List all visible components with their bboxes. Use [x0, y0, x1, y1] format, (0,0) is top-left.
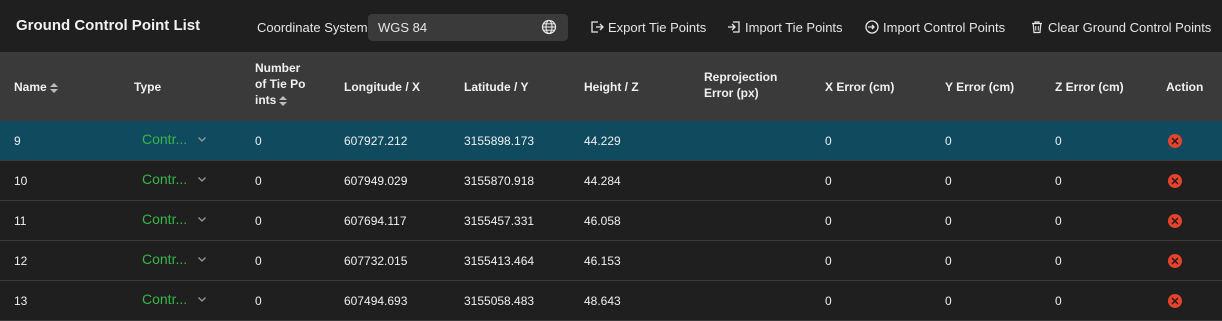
cell-tie-points: 0 — [255, 134, 262, 148]
trash-icon — [1032, 21, 1042, 34]
column-y-error: Y Error (cm) — [945, 80, 1015, 94]
cell-y-error: 0 — [945, 134, 952, 148]
coordinate-system-label: Coordinate System: — [257, 20, 372, 35]
cell-tie-points: 0 — [255, 254, 262, 268]
type-dropdown[interactable]: Contr... — [142, 291, 207, 307]
import-control-points-button[interactable]: Import Control Points — [865, 18, 1005, 36]
table-row[interactable]: 9 Contr... 0 607927.212 3155898.173 44.2… — [0, 121, 1222, 161]
cell-x-error: 0 — [825, 254, 832, 268]
column-tie-points[interactable]: Number of Tie Po ints — [255, 60, 325, 108]
column-x-error: X Error (cm) — [825, 80, 895, 94]
column-reprojection-line1: Reprojection — [704, 70, 778, 84]
delete-icon[interactable] — [1168, 214, 1182, 228]
clear-ground-control-points-button[interactable]: Clear Ground Control Points — [1030, 18, 1211, 36]
column-tie-points-line1: Number — [255, 61, 301, 75]
delete-icon[interactable] — [1168, 174, 1182, 188]
table-row[interactable]: 12 Contr... 0 607732.015 3155413.464 46.… — [0, 241, 1222, 281]
import-tie-points-label: Import Tie Points — [745, 19, 843, 35]
cell-name: 9 — [14, 134, 21, 148]
type-dropdown[interactable]: Contr... — [142, 131, 207, 147]
chevron-down-icon — [198, 257, 207, 262]
cell-z-error: 0 — [1055, 254, 1062, 268]
table-row[interactable]: 11 Contr... 0 607694.117 3155457.331 46.… — [0, 201, 1222, 241]
cell-x-error: 0 — [825, 134, 832, 148]
column-type: Type — [134, 80, 162, 94]
import-control-icon — [865, 20, 879, 34]
cell-longitude: 607927.212 — [344, 134, 408, 148]
delete-icon[interactable] — [1168, 254, 1182, 268]
coordinate-system-select[interactable]: WGS 84 — [368, 14, 568, 41]
table-row[interactable]: 10 Contr... 0 607949.029 3155870.918 44.… — [0, 161, 1222, 201]
table-header: Name Type Number of Tie Po ints Longitud… — [0, 52, 1222, 121]
cell-z-error: 0 — [1055, 174, 1062, 188]
delete-icon[interactable] — [1168, 134, 1182, 148]
export-tie-points-label: Export Tie Points — [608, 19, 707, 35]
chevron-down-icon — [198, 137, 207, 142]
cell-longitude: 607949.029 — [344, 174, 408, 188]
type-value: Contr... — [142, 171, 188, 187]
cell-x-error: 0 — [825, 214, 832, 228]
type-value: Contr... — [142, 131, 188, 147]
column-tie-points-line3: ints — [255, 93, 277, 107]
cell-name: 11 — [14, 214, 27, 228]
column-reprojection-line2: Error (px) — [704, 86, 759, 100]
import-control-points-label: Import Control Points — [883, 19, 1006, 35]
type-dropdown[interactable]: Contr... — [142, 171, 207, 187]
cell-z-error: 0 — [1055, 134, 1062, 148]
cell-latitude: 3155870.918 — [464, 174, 535, 188]
column-height: Height / Z — [584, 80, 639, 94]
import-icon — [728, 21, 740, 33]
cell-name: 12 — [14, 254, 28, 268]
cell-y-error: 0 — [945, 214, 952, 228]
cell-latitude: 3155457.331 — [464, 214, 535, 228]
cell-latitude: 3155413.464 — [464, 254, 535, 268]
cell-z-error: 0 — [1055, 214, 1062, 228]
cell-height: 44.229 — [584, 134, 621, 148]
cell-height: 46.153 — [584, 254, 621, 268]
toolbar: Ground Control Point List Coordinate Sys… — [0, 0, 1222, 52]
sort-icon[interactable] — [279, 95, 288, 106]
cell-longitude: 607694.117 — [344, 214, 407, 228]
type-dropdown[interactable]: Contr... — [142, 251, 207, 267]
chevron-down-icon — [198, 217, 207, 222]
column-name-label: Name — [14, 80, 47, 94]
cell-latitude: 3155898.173 — [464, 134, 535, 148]
cell-y-error: 0 — [945, 254, 952, 268]
export-tie-points-button[interactable]: Export Tie Points — [590, 18, 706, 36]
chevron-down-icon — [198, 297, 207, 302]
type-dropdown[interactable]: Contr... — [142, 211, 207, 227]
column-name[interactable]: Name — [14, 79, 58, 95]
import-tie-points-button[interactable]: Import Tie Points — [727, 18, 843, 36]
cell-name: 10 — [14, 174, 28, 188]
type-value: Contr... — [142, 251, 188, 267]
column-reprojection-error: Reprojection Error (px) — [704, 69, 777, 101]
export-icon — [591, 21, 604, 33]
column-action: Action — [1166, 80, 1204, 94]
column-tie-points-line2: of Tie Po — [255, 77, 306, 91]
cell-y-error: 0 — [945, 174, 952, 188]
cell-tie-points: 0 — [255, 214, 262, 228]
cell-height: 44.284 — [584, 174, 621, 188]
type-value: Contr... — [142, 291, 188, 307]
coordinate-system-value: WGS 84 — [378, 20, 428, 35]
cell-tie-points: 0 — [255, 174, 262, 188]
clear-ground-control-points-label: Clear Ground Control Points — [1048, 19, 1212, 35]
column-latitude: Latitude / Y — [464, 80, 529, 94]
type-value: Contr... — [142, 211, 188, 227]
column-z-error: Z Error (cm) — [1055, 80, 1124, 94]
table-row[interactable]: 13 Contr... 0 607494.693 3155058.483 48.… — [0, 281, 1222, 321]
sort-icon[interactable] — [49, 82, 58, 93]
chevron-down-icon — [198, 177, 207, 182]
cell-height: 46.058 — [584, 214, 621, 228]
globe-icon[interactable] — [541, 19, 557, 35]
panel-title: Ground Control Point List — [16, 17, 201, 34]
cell-x-error: 0 — [825, 174, 832, 188]
cell-longitude: 607732.015 — [344, 254, 408, 268]
column-longitude: Longitude / X — [344, 80, 420, 94]
